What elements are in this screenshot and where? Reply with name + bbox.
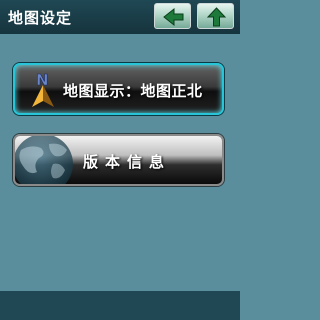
back-button[interactable] — [154, 3, 191, 29]
up-button[interactable] — [197, 3, 234, 29]
north-compass-icon: N — [32, 71, 54, 107]
footer-bar — [0, 291, 240, 320]
page-title: 地图设定 — [8, 9, 73, 27]
map-display-button[interactable]: N 地图显示：地图正北 — [13, 63, 224, 115]
svg-text:N: N — [36, 71, 49, 89]
version-info-button[interactable]: 版本信息 — [13, 134, 224, 186]
globe-icon — [15, 136, 73, 184]
arrow-left-icon — [163, 7, 184, 27]
map-display-label: 地图显示：地图正北 — [63, 82, 203, 100]
title-bar: 地图设定 — [0, 0, 240, 34]
version-info-label: 版本信息 — [83, 153, 172, 171]
arrow-up-icon — [206, 7, 227, 27]
